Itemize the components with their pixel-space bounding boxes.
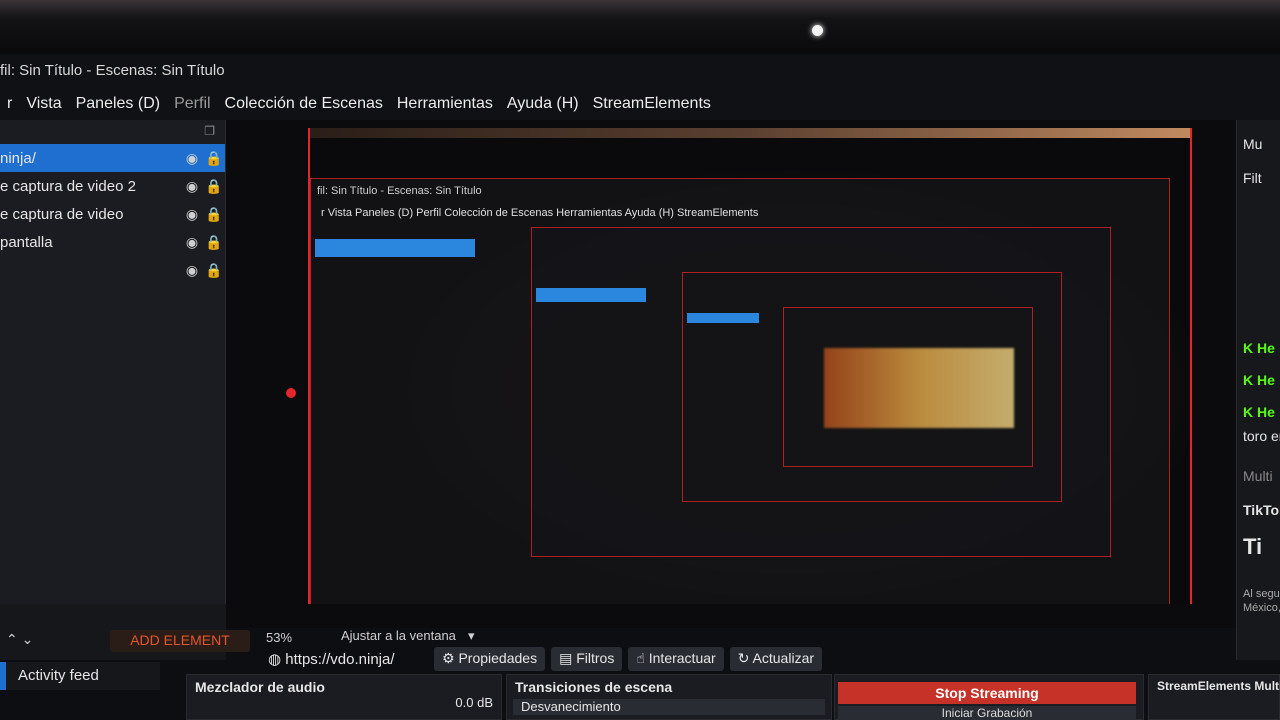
gear-icon: ⚙	[442, 650, 455, 666]
properties-button[interactable]: ⚙ Propiedades	[434, 647, 546, 671]
source-item[interactable]: ◉ 🔒	[0, 256, 225, 284]
window-title: fil: Sin Título - Escenas: Sin Título	[0, 54, 1280, 88]
nested-title: fil: Sin Título - Escenas: Sin Título	[317, 185, 482, 197]
chat-header: Mu	[1243, 136, 1263, 152]
transitions-title: Transiciones de escena	[515, 679, 673, 695]
filters-label: Filtros	[576, 650, 615, 666]
menu-item-streamelements[interactable]: StreamElements	[586, 95, 718, 113]
chat-footer-line: México,	[1243, 602, 1280, 614]
source-label: ninja/	[0, 149, 36, 167]
transition-select[interactable]: Desvanecimiento	[513, 699, 825, 715]
menu-item-view[interactable]: Vista	[19, 95, 68, 113]
refresh-button[interactable]: ↻ Actualizar	[729, 647, 823, 671]
streamelements-dock: StreamElements Multi	[1148, 674, 1280, 720]
nested-selection	[687, 313, 759, 323]
source-url-text: https://vdo.ninja/	[285, 651, 395, 668]
nested-window-2	[531, 227, 1111, 557]
menu-item-tools[interactable]: Herramientas	[390, 95, 500, 113]
source-url: ◍ https://vdo.ninja/	[268, 650, 428, 668]
nested-menu: r Vista Paneles (D) Perfil Colección de …	[321, 207, 759, 219]
streamelements-dock-title: StreamElements Multi	[1157, 679, 1280, 693]
kick-icon: K	[1243, 340, 1254, 356]
audio-level: 0.0 dB	[455, 695, 493, 710]
nested-window-4	[783, 307, 1033, 467]
tiktok-logo: Ti	[1243, 534, 1263, 559]
properties-label: Propiedades	[458, 650, 538, 666]
kick-icon: K	[1243, 404, 1254, 420]
menu-item-docks[interactable]: Paneles (D)	[69, 95, 167, 113]
chat-multi-label: Multi	[1243, 468, 1273, 484]
lock-icon[interactable]: 🔒	[203, 262, 225, 279]
chat-line-text: He	[1257, 372, 1275, 388]
source-item[interactable]: ninja/ ◉ 🔒	[0, 144, 225, 172]
preview-canvas[interactable]: fil: Sin Título - Escenas: Sin Título r …	[308, 128, 1192, 604]
source-label: e captura de video	[0, 205, 124, 223]
filter-icon: ▤	[559, 650, 573, 666]
eye-icon[interactable]: ◉	[181, 178, 203, 195]
tiktok-header: TikTok C	[1243, 502, 1280, 518]
nested-window-1: fil: Sin Título - Escenas: Sin Título r …	[310, 178, 1170, 604]
eye-icon[interactable]: ◉	[181, 150, 203, 167]
lock-icon[interactable]: 🔒	[203, 234, 225, 251]
interact-label: Interactuar	[648, 650, 716, 666]
refresh-icon: ↻	[737, 650, 750, 666]
chat-line: K He	[1243, 372, 1275, 388]
monitor-bezel	[0, 0, 1280, 54]
chat-line-text: toro er	[1243, 428, 1280, 444]
source-toolbar: ◍ https://vdo.ninja/ ⚙ Propiedades ▤ Fil…	[160, 644, 1236, 674]
chat-line: K He	[1243, 340, 1275, 356]
move-arrows-icon[interactable]: ⌃ ⌄	[6, 631, 33, 648]
sources-dock: ❐ ninja/ ◉ 🔒 e captura de video 2 ◉ 🔒 e …	[0, 120, 250, 660]
webcam-light	[812, 25, 823, 36]
zoom-percent[interactable]: 53%	[266, 630, 292, 645]
resize-handle[interactable]	[286, 388, 296, 398]
activity-feed-tab[interactable]: Activity feed	[0, 662, 160, 690]
chat-dock: Mu Filt K He K He K He toro er Multi Tik…	[1236, 120, 1280, 660]
chat-line-text: He	[1257, 340, 1275, 356]
zoom-fit-label[interactable]: Ajustar a la ventana	[341, 628, 456, 643]
chat-filter[interactable]: Filt	[1243, 170, 1262, 186]
nested-selection	[315, 239, 475, 257]
hand-icon: ☝	[636, 650, 645, 666]
menu-item-file[interactable]: r	[0, 95, 19, 113]
nested-selection	[536, 288, 646, 302]
globe-icon: ◍	[268, 651, 282, 668]
transitions-dock: Transiciones de escena Desvanecimiento	[506, 674, 832, 720]
menu-bar: r Vista Paneles (D) Perfil Colección de …	[0, 88, 1280, 120]
eye-icon[interactable]: ◉	[181, 234, 203, 251]
source-item[interactable]: e captura de video 2 ◉ 🔒	[0, 172, 225, 200]
source-item[interactable]: e captura de video ◉ 🔒	[0, 200, 225, 228]
start-recording-button[interactable]: Iniciar Grabación	[838, 706, 1136, 720]
dock-float-icon[interactable]: ❐	[0, 120, 225, 144]
chat-line: K He	[1243, 404, 1275, 420]
eye-icon[interactable]: ◉	[181, 206, 203, 223]
audio-mixer-dock: Mezclador de audio 0.0 dB	[186, 674, 502, 720]
eye-icon[interactable]: ◉	[181, 262, 203, 279]
stop-streaming-button[interactable]: Stop Streaming	[838, 682, 1136, 704]
source-label: pantalla	[0, 233, 53, 251]
lock-icon[interactable]: 🔒	[203, 150, 225, 167]
chat-footer-line: Al segu	[1243, 588, 1280, 600]
nested-window-3	[682, 272, 1062, 502]
interact-button[interactable]: ☝ Interactuar	[628, 647, 724, 671]
kick-icon: K	[1243, 372, 1254, 388]
recursive-glow	[824, 348, 1014, 428]
menu-item-scene-collection[interactable]: Colección de Escenas	[218, 95, 390, 113]
chevron-down-icon[interactable]: ▾	[468, 628, 475, 644]
source-label: e captura de video 2	[0, 177, 136, 195]
refresh-label: Actualizar	[752, 650, 815, 666]
filters-button[interactable]: ▤ Filtros	[551, 647, 623, 671]
canvas-top-strip	[310, 128, 1190, 138]
lock-icon[interactable]: 🔒	[203, 206, 225, 223]
lock-icon[interactable]: 🔒	[203, 178, 225, 195]
source-item[interactable]: pantalla ◉ 🔒	[0, 228, 225, 256]
menu-item-profile[interactable]: Perfil	[167, 95, 217, 113]
chat-line-text: He	[1257, 404, 1275, 420]
menu-item-help[interactable]: Ayuda (H)	[500, 95, 586, 113]
